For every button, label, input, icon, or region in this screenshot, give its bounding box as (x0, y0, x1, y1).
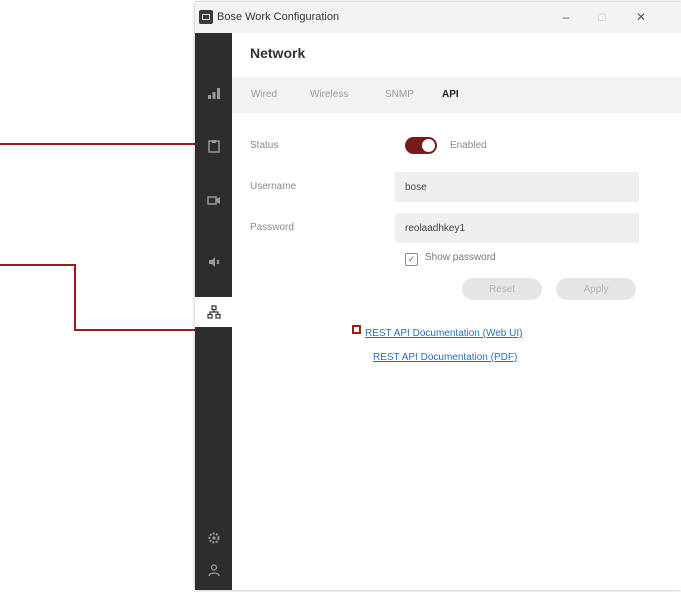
page-title: Network (250, 45, 306, 61)
window-title: Bose Work Configuration (217, 11, 340, 23)
status-value: Enabled (450, 140, 487, 151)
camera-icon (206, 196, 220, 205)
signal-icon (207, 88, 220, 99)
title-bar: Bose Work Configuration – □ ✕ (195, 2, 681, 33)
maximize-button[interactable]: □ (591, 8, 613, 26)
minimize-button[interactable]: – (555, 8, 577, 26)
password-input[interactable] (395, 213, 639, 243)
tab-wired[interactable]: Wired (251, 89, 277, 100)
show-password-checkbox[interactable]: ✓ (405, 253, 418, 266)
tab-api[interactable]: API (442, 89, 459, 100)
network-icon (206, 305, 221, 319)
status-label: Status (250, 140, 279, 151)
tab-wireless[interactable]: Wireless (310, 89, 348, 100)
tab-snmp[interactable]: SNMP (385, 89, 414, 100)
tab-bar: Wired Wireless SNMP API (232, 77, 681, 113)
username-label: Username (250, 181, 297, 192)
sidebar-item-signal[interactable] (195, 78, 232, 108)
callout-line-link-vertical (74, 264, 76, 331)
status-toggle[interactable] (405, 137, 437, 154)
sidebar-item-network[interactable] (195, 297, 232, 327)
reset-button[interactable]: Reset (462, 278, 542, 300)
password-field[interactable] (395, 213, 639, 243)
toggle-knob (422, 139, 435, 152)
sidebar-item-audio[interactable] (195, 247, 232, 277)
rest-api-pdf-link[interactable]: REST API Documentation (PDF) (373, 352, 517, 363)
rest-api-web-ui-link[interactable]: REST API Documentation (Web UI) (365, 328, 522, 339)
sidebar (195, 33, 232, 590)
gear-icon (208, 532, 219, 544)
clipboard-icon (207, 140, 220, 153)
speaker-icon (208, 257, 220, 267)
sidebar-item-clipboard[interactable] (195, 131, 232, 161)
sidebar-item-settings[interactable] (195, 523, 232, 553)
sidebar-item-camera[interactable] (195, 185, 232, 215)
username-input[interactable] (395, 172, 639, 202)
callout-line-link-horizontal-top (0, 264, 76, 266)
main-content: Network Wired Wireless SNMP API Status E… (232, 33, 681, 590)
sidebar-item-user[interactable] (195, 555, 232, 585)
callout-marker (352, 325, 361, 334)
show-password-label: Show password (425, 252, 496, 263)
close-button[interactable]: ✕ (630, 8, 652, 26)
app-window: Bose Work Configuration – □ ✕ Network Wi… (195, 2, 681, 590)
password-label: Password (250, 222, 294, 233)
user-icon (207, 564, 220, 577)
apply-button[interactable]: Apply (556, 278, 636, 300)
app-logo-icon (199, 10, 213, 24)
username-field[interactable] (395, 172, 639, 202)
